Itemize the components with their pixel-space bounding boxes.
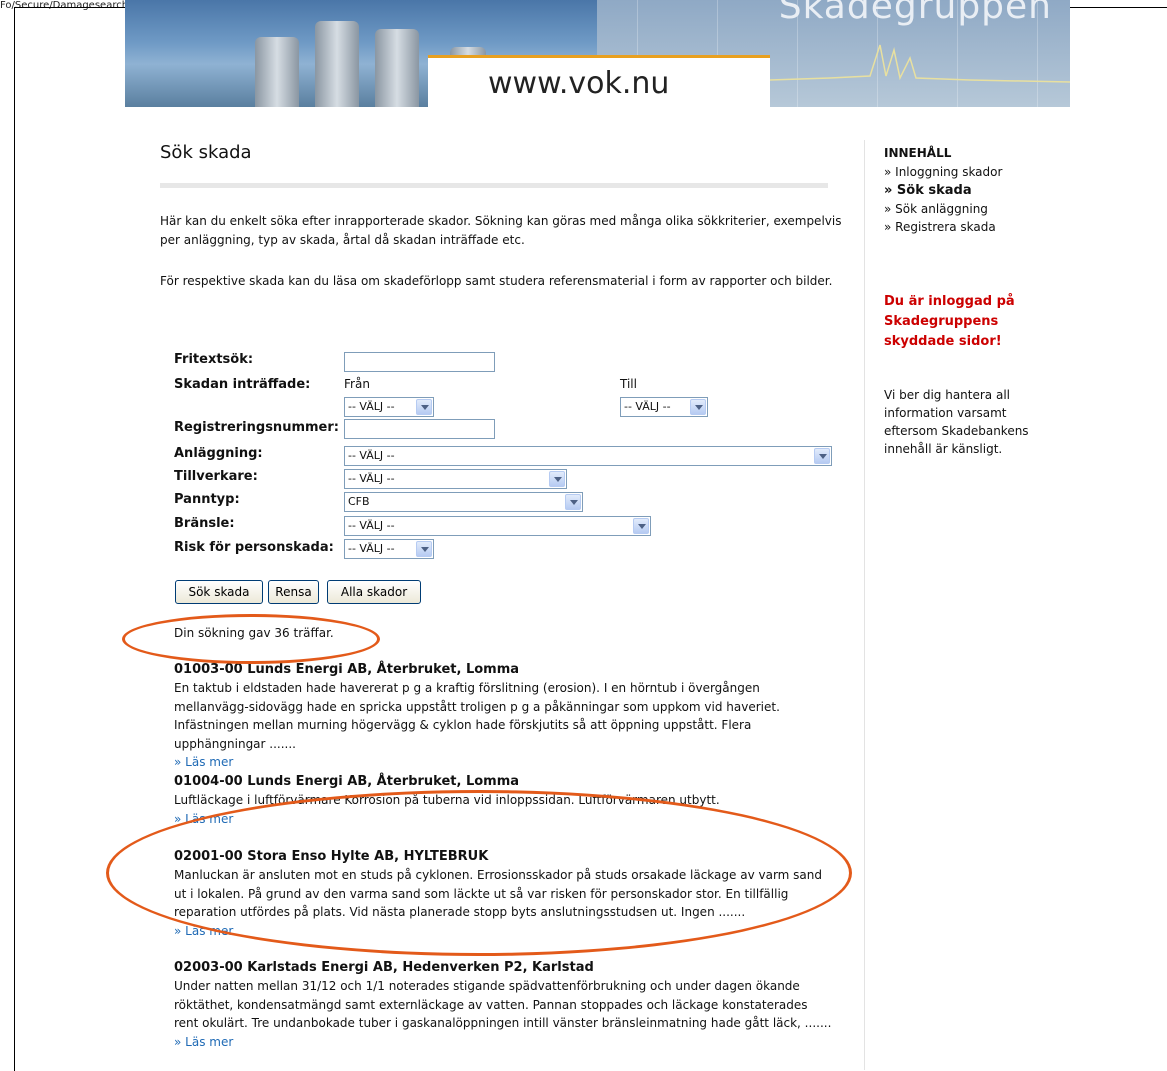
site-banner: Skadegruppen www.vok.nu [125,0,1070,107]
read-more-link[interactable]: » Läs mer [174,922,834,940]
result-description: En taktub i eldstaden hade havererat p g… [174,681,780,751]
skadan-intraffade-label: Skadan inträffade: [174,377,311,392]
result-description: Luftläckage i luftförvärmare Korrosion p… [174,793,720,807]
chevron-down-icon[interactable] [690,399,706,415]
fritext-label: Fritextsök: [174,352,254,367]
bransle-select[interactable]: -- VÄLJ -- [344,516,651,536]
fritext-input[interactable] [344,352,495,372]
panntyp-select[interactable]: CFB [344,492,583,512]
sidebar-divider [864,140,865,1070]
result-title[interactable]: 02003-00 Karlstads Energi AB, Hedenverke… [174,959,834,977]
read-more-link[interactable]: » Läs mer [174,1033,834,1051]
title-divider [160,183,828,188]
search-button[interactable]: Sök skada [175,580,263,604]
result-item: 01003-00 Lunds Energi AB, Återbruket, Lo… [174,661,834,771]
result-item: 02001-00 Stora Enso Hylte AB, HYLTEBRUK … [174,848,834,940]
risk-select-value: -- VÄLJ -- [348,542,395,555]
sidebar-item-sok-skada[interactable]: » Sök skada [884,183,972,198]
bransle-select-value: -- VÄLJ -- [348,519,395,532]
tillverkare-select-value: -- VÄLJ -- [348,472,395,485]
sensitivity-note: Vi ber dig hantera all information varsa… [884,388,1029,456]
banner-url-panel: www.vok.nu [428,55,770,107]
risk-label: Risk för personskada: [174,540,334,555]
fran-select[interactable]: -- VÄLJ -- [344,397,434,417]
result-description: Under natten mellan 31/12 och 1/1 notera… [174,979,832,1030]
sidebar-item-registrera[interactable]: » Registrera skada [884,220,996,234]
panntyp-label: Panntyp: [174,492,240,507]
chevron-down-icon[interactable] [416,541,432,557]
banner-graph-line [770,44,1070,83]
page-title: Sök skada [160,142,252,163]
read-more-link[interactable]: » Läs mer [174,810,834,828]
till-select[interactable]: -- VÄLJ -- [620,397,708,417]
intro-text-references: För respektive skada kan du läsa om skad… [160,274,833,288]
anlaggning-label: Anläggning: [174,446,263,461]
result-description: Manluckan är ansluten mot en studs på cy… [174,868,822,919]
anlaggning-select[interactable]: -- VÄLJ -- [344,446,832,466]
risk-select[interactable]: -- VÄLJ -- [344,539,434,559]
result-title[interactable]: 01003-00 Lunds Energi AB, Återbruket, Lo… [174,661,834,679]
cooling-tower-graphic [315,21,359,107]
fran-label: Från [344,377,370,391]
anlaggning-select-value: -- VÄLJ -- [348,449,395,462]
chevron-down-icon[interactable] [814,448,830,464]
bransle-label: Bränsle: [174,516,235,531]
sidebar-item-sok-anlaggning[interactable]: » Sök anläggning [884,202,988,216]
result-count: Din sökning gav 36 träffar. [174,626,334,640]
till-label: Till [620,377,637,391]
sidebar-heading: INNEHÅLL [884,146,952,160]
result-title[interactable]: 02001-00 Stora Enso Hylte AB, HYLTEBRUK [174,848,834,866]
tillverkare-label: Tillverkare: [174,469,258,484]
chevron-down-icon[interactable] [565,494,581,510]
result-title[interactable]: 01004-00 Lunds Energi AB, Återbruket, Lo… [174,773,834,791]
clear-button[interactable]: Rensa [268,580,319,604]
result-item: 02003-00 Karlstads Energi AB, Hedenverke… [174,959,834,1051]
regnr-label: Registreringsnummer: [174,420,339,435]
site-url-text: www.vok.nu [488,66,670,101]
login-warning: Du är inloggad på Skadegruppens skyddade… [884,294,1015,349]
tillverkare-select[interactable]: -- VÄLJ -- [344,469,567,489]
all-damages-button[interactable]: Alla skador [327,580,421,604]
fran-select-value: -- VÄLJ -- [348,400,395,413]
sidebar-item-inloggning[interactable]: » Inloggning skador [884,165,1002,179]
panntyp-select-value: CFB [348,495,370,508]
chevron-down-icon[interactable] [549,471,565,487]
cooling-tower-graphic [375,29,419,107]
till-select-value: -- VÄLJ -- [624,400,671,413]
chevron-down-icon[interactable] [416,399,432,415]
chevron-down-icon[interactable] [633,518,649,534]
banner-brand-text: Skadegruppen [778,0,1052,27]
result-item: 01004-00 Lunds Energi AB, Återbruket, Lo… [174,773,834,828]
read-more-link[interactable]: » Läs mer [174,753,834,771]
intro-text: Här kan du enkelt söka efter inrapporter… [160,214,842,247]
regnr-input[interactable] [344,419,495,439]
cooling-tower-graphic [255,37,299,107]
